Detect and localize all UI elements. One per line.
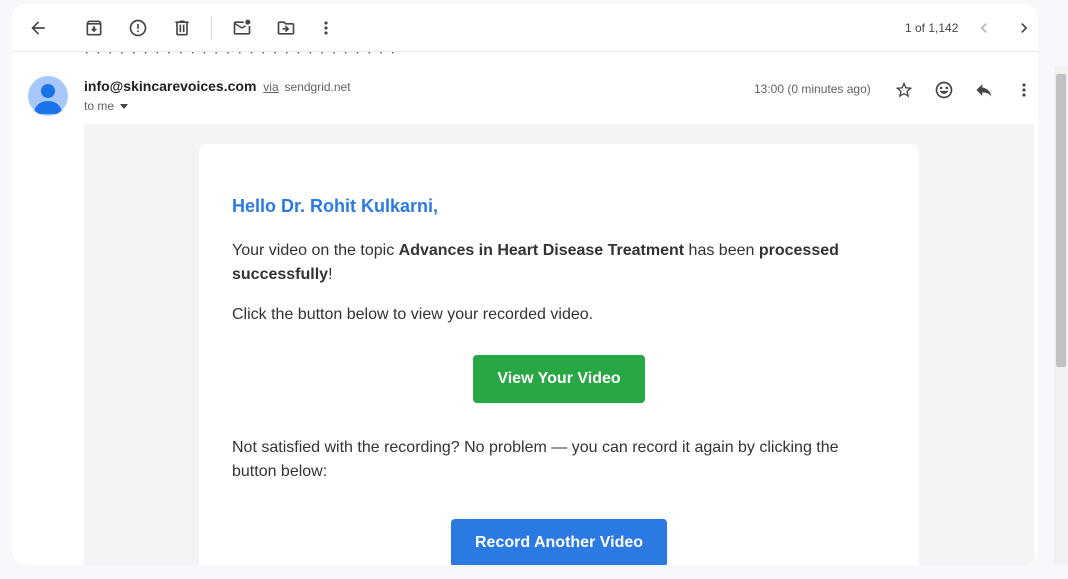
more-vert-icon (1022, 83, 1026, 97)
star-button[interactable] (888, 74, 920, 106)
p1-suffix: ! (328, 266, 333, 283)
mark-unread-button[interactable] (226, 12, 258, 44)
report-spam-icon (129, 19, 147, 37)
sender-email[interactable]: info@skincarevoices.com (84, 78, 256, 94)
view-video-button[interactable]: View Your Video (473, 355, 645, 403)
reply-icon (976, 84, 992, 97)
chevron-right-icon (1021, 23, 1028, 33)
to-me-label: to me (84, 99, 115, 113)
newer-button[interactable] (1008, 12, 1038, 44)
p1-middle: has been (684, 242, 759, 259)
move-to-button[interactable] (270, 12, 302, 44)
pagination-count: 1 of 1,142 (905, 21, 959, 35)
view-instruction: Click the button below to view your reco… (232, 306, 594, 323)
via-domain: sendgrid.net (284, 80, 351, 94)
back-button[interactable] (22, 12, 54, 44)
scrollbar-thumb[interactable] (1056, 74, 1066, 367)
reply-button[interactable] (968, 74, 1000, 106)
older-button[interactable] (968, 12, 1000, 44)
delete-icon (175, 20, 189, 36)
mark-unread-icon (233, 19, 251, 35)
chevron-left-icon (980, 23, 987, 33)
add-reaction-button[interactable] (928, 74, 960, 106)
via-link[interactable]: via (263, 80, 278, 94)
rerecord-instruction: Not satisfied with the recording? No pro… (232, 439, 839, 480)
move-to-icon (277, 21, 295, 35)
more-options-button[interactable] (310, 12, 342, 44)
archive-button[interactable] (78, 12, 110, 44)
star-icon (895, 81, 913, 98)
avatar[interactable] (28, 76, 68, 116)
email-body: Hello Dr. Rohit Kulkarni, Your video on … (84, 124, 1034, 565)
recipient-details-toggle[interactable]: to me (84, 99, 129, 113)
processed-message: Your video on the topic Advances in Hear… (232, 239, 886, 287)
p1-prefix: Your video on the topic (232, 242, 399, 259)
person-icon (34, 84, 62, 114)
timestamp: 13:00 (0 minutes ago) (754, 82, 871, 96)
sender-line: info@skincarevoices.com via sendgrid.net (84, 78, 351, 94)
record-another-video-button[interactable]: Record Another Video (451, 519, 667, 565)
greeting: Hello Dr. Rohit Kulkarni, (232, 196, 439, 216)
message-card: Hello Dr. Rohit Kulkarni, Your video on … (199, 144, 919, 565)
video-topic: Advances in Heart Disease Treatment (398, 242, 685, 259)
email-toolbar: 1 of 1,142 (12, 4, 1038, 52)
toolbar-divider (211, 16, 212, 40)
emoji-icon (935, 81, 953, 99)
view-button-wrap: View Your Video (232, 343, 886, 436)
arrow-back-icon (31, 21, 45, 35)
archive-icon (86, 20, 102, 36)
email-view-panel: 1 of 1,142 · · · · · · · · · · · · · · ·… (12, 4, 1038, 565)
report-spam-button[interactable] (122, 12, 154, 44)
caret-down-icon (120, 103, 129, 109)
record-button-wrap: Record Another Video (232, 500, 886, 565)
delete-button[interactable] (166, 12, 198, 44)
message-more-button[interactable] (1008, 74, 1038, 106)
more-vert-icon (324, 21, 328, 35)
